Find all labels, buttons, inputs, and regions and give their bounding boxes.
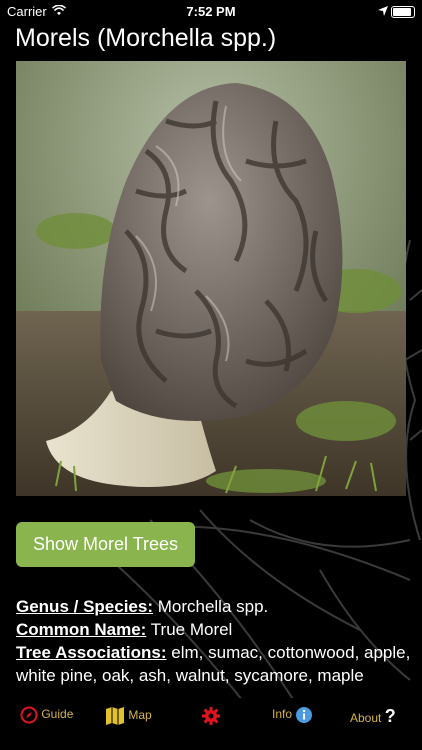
genus-row: Genus / Species: Morchella spp. <box>16 595 411 618</box>
tree-associations-label: Tree Associations: <box>16 643 167 662</box>
common-name-label: Common Name: <box>16 620 147 639</box>
tab-map-label: Map <box>128 708 152 723</box>
tab-settings[interactable] <box>201 706 221 726</box>
page-title: Morels (Morchella spp.) <box>15 24 277 52</box>
tab-about-label: About <box>350 711 382 725</box>
genus-value: Morchella spp. <box>153 597 269 616</box>
map-icon <box>105 707 128 725</box>
tab-about[interactable]: About ? <box>350 706 396 727</box>
status-bar: Carrier 7:52 PM <box>0 0 422 22</box>
details-section: Genus / Species: Morchella spp. Common N… <box>16 595 411 687</box>
gear-icon <box>201 707 221 725</box>
tab-info-label: Info <box>272 707 293 722</box>
question-icon: ? <box>384 706 396 726</box>
tab-guide-label: Guide <box>41 707 74 722</box>
compass-icon <box>20 706 41 724</box>
tab-map[interactable]: Map <box>105 706 152 726</box>
common-name-value: True Morel <box>146 620 233 639</box>
location-icon <box>378 4 388 19</box>
show-morel-trees-button[interactable]: Show Morel Trees <box>16 522 195 567</box>
genus-label: Genus / Species: <box>16 597 153 616</box>
morel-photo <box>16 61 406 496</box>
tab-guide[interactable]: Guide <box>20 706 73 724</box>
tree-associations-row: Tree Associations: elm, sumac, cottonwoo… <box>16 641 411 687</box>
tab-info[interactable]: Info <box>272 706 313 724</box>
clock: 7:52 PM <box>186 4 236 19</box>
common-name-row: Common Name: True Morel <box>16 618 411 641</box>
tab-bar: Guide Map Info About ? <box>0 698 422 750</box>
info-icon <box>295 707 313 723</box>
battery-icon <box>391 6 415 18</box>
